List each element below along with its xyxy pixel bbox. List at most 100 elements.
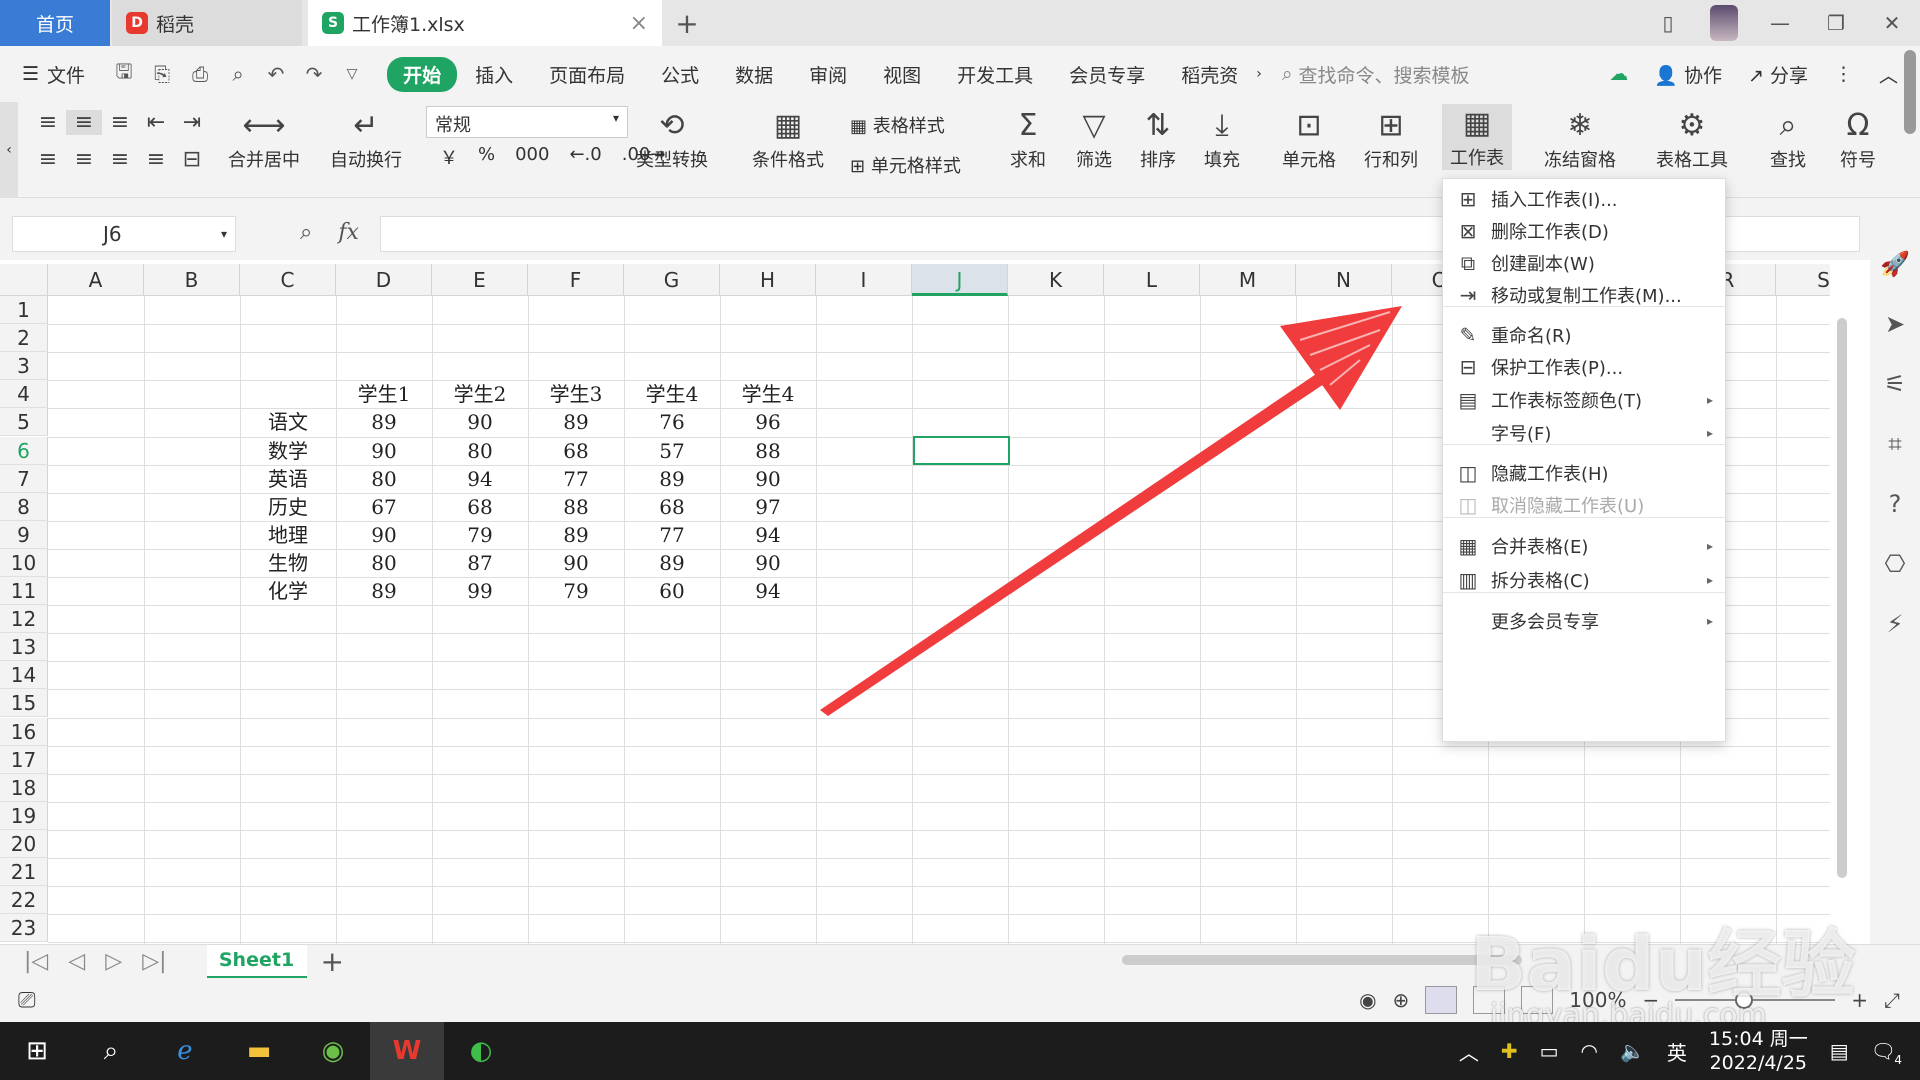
score-cell[interactable]: 90	[528, 549, 624, 577]
subject-cell[interactable]: 生物	[240, 549, 336, 577]
score-cell[interactable]: 80	[336, 465, 432, 493]
fx-icon[interactable]: fx	[338, 220, 359, 245]
subject-cell[interactable]: 数学	[240, 437, 336, 465]
subject-cell[interactable]: 历史	[240, 493, 336, 521]
menu-member[interactable]: 会员专享	[1051, 61, 1163, 88]
chart-helper-icon[interactable]: ⎔	[1885, 550, 1906, 578]
row-header-7[interactable]: 7	[0, 464, 48, 493]
add-tab-button[interactable]: +	[662, 0, 712, 46]
score-cell[interactable]: 79	[432, 521, 528, 549]
menu-home[interactable]: 开始	[387, 56, 458, 92]
add-sheet-button[interactable]: +	[321, 945, 344, 978]
table-tools-button[interactable]: ⚙ 表格工具	[1656, 106, 1728, 172]
score-cell[interactable]: 89	[336, 577, 432, 605]
ie-browser-icon[interactable]: ℯ	[148, 1022, 222, 1080]
collaborate-button[interactable]: 👤 协作	[1654, 61, 1722, 88]
score-cell[interactable]: 90	[720, 549, 816, 577]
type-convert-button[interactable]: ⟲ 类型转换	[636, 106, 708, 172]
row-header-5[interactable]: 5	[0, 408, 48, 437]
menu-item-move-sheet[interactable]: ⇥ 移动或复制工作表(M)...	[1443, 277, 1727, 313]
share-button[interactable]: ↗ 分享	[1748, 61, 1808, 88]
command-search[interactable]: ⌕ 查找命令、搜索模板	[1282, 61, 1470, 88]
file-menu[interactable]: ☰ 文件	[22, 61, 85, 88]
column-header-d[interactable]: D	[336, 264, 432, 296]
score-cell[interactable]: 57	[624, 437, 720, 465]
row-col-button[interactable]: ⊞ 行和列	[1364, 106, 1418, 172]
more-menu-chevron-icon[interactable]: ›	[1256, 66, 1262, 82]
more-options-icon[interactable]: ⋮	[1834, 63, 1853, 85]
row-header-17[interactable]: 17	[0, 745, 48, 774]
header-cell[interactable]: 学生4	[624, 380, 720, 408]
avatar[interactable]	[1696, 0, 1752, 46]
print-preview-icon[interactable]: ⌕	[219, 62, 257, 86]
row-header-3[interactable]: 3	[0, 352, 48, 381]
wechat-icon[interactable]: ◐	[444, 1022, 518, 1080]
symbol-button[interactable]: Ω 符号	[1840, 106, 1876, 172]
score-cell[interactable]: 68	[624, 493, 720, 521]
menu-item-split-table[interactable]: ▥ 拆分表格(C) ▸	[1443, 562, 1727, 598]
battery-icon[interactable]: ▭	[1540, 1039, 1559, 1063]
column-header-e[interactable]: E	[432, 264, 528, 296]
table-style-button[interactable]: ▦ 表格样式	[850, 112, 945, 138]
menu-item-item-7[interactable]: 字号(F) ▸	[1443, 415, 1727, 451]
justify-icon[interactable]: ≡	[138, 147, 174, 172]
rocket-icon[interactable]: 🚀	[1880, 250, 1910, 278]
export-icon[interactable]: ⎘	[143, 62, 181, 86]
redo-icon[interactable]: ↷	[295, 62, 333, 86]
align-center-icon[interactable]: ≡	[66, 147, 102, 172]
screen-mode-icon[interactable]: ⎚	[18, 988, 36, 1013]
menu-item-delete-sheet[interactable]: ⊠ 删除工作表(D)	[1443, 213, 1727, 249]
header-cell[interactable]: 学生4	[720, 380, 816, 408]
column-header-s[interactable]: S	[1776, 264, 1830, 296]
windows-start-icon[interactable]: ⊞	[0, 1022, 74, 1080]
tab-workbook[interactable]: S 工作簿1.xlsx ×	[308, 0, 662, 46]
row-header-4[interactable]: 4	[0, 380, 48, 409]
column-header-l[interactable]: L	[1104, 264, 1200, 296]
score-cell[interactable]: 76	[624, 408, 720, 436]
menu-item-merge-tables[interactable]: ▦ 合并表格(E) ▸	[1443, 528, 1727, 564]
ribbon-scrollbar[interactable]	[1904, 50, 1916, 134]
row-header-6[interactable]: 6	[0, 436, 48, 465]
column-header-c[interactable]: C	[240, 264, 336, 296]
sliders-icon[interactable]: ⚟	[1884, 370, 1906, 398]
name-box-chevron-icon[interactable]: ▾	[221, 227, 227, 241]
score-cell[interactable]: 89	[336, 408, 432, 436]
score-cell[interactable]: 60	[624, 577, 720, 605]
row-header-2[interactable]: 2	[0, 324, 48, 353]
save-icon[interactable]: 🖫	[105, 57, 143, 91]
minimize-icon[interactable]: —	[1752, 0, 1808, 46]
wifi-icon[interactable]: ◠	[1581, 1039, 1598, 1063]
row-header-21[interactable]: 21	[0, 858, 48, 886]
score-cell[interactable]: 94	[720, 577, 816, 605]
row-header-22[interactable]: 22	[0, 886, 48, 915]
name-box[interactable]: J6 ▾	[12, 216, 236, 252]
menu-item-tab-color[interactable]: ▤ 工作表标签颜色(T) ▸	[1443, 382, 1727, 418]
ime-indicator[interactable]: 英	[1667, 1037, 1687, 1066]
currency-button[interactable]: ￥	[440, 144, 458, 170]
score-cell[interactable]: 68	[528, 437, 624, 465]
print-icon[interactable]: ⎙	[181, 62, 219, 86]
eye-protection-icon[interactable]: ◉	[1359, 988, 1376, 1012]
prev-sheet-icon[interactable]: ◁	[68, 949, 85, 974]
help-icon[interactable]: ?	[1889, 490, 1902, 518]
last-sheet-icon[interactable]: ▷|	[142, 949, 166, 974]
menu-item-protect-sheet[interactable]: ⊟ 保护工作表(P)...	[1443, 349, 1727, 385]
menu-item-insert-sheet[interactable]: ⊞ 插入工作表(I)...	[1443, 181, 1727, 217]
sheet-tab-active[interactable]: Sheet1	[206, 944, 307, 979]
score-cell[interactable]: 80	[336, 549, 432, 577]
score-cell[interactable]: 97	[720, 493, 816, 521]
file-explorer-icon[interactable]: ▬	[222, 1022, 296, 1080]
menu-view[interactable]: 视图	[865, 61, 939, 88]
score-cell[interactable]: 88	[720, 437, 816, 465]
sum-button[interactable]: Σ 求和	[1010, 106, 1046, 172]
menu-review[interactable]: 审阅	[791, 61, 865, 88]
score-cell[interactable]: 67	[336, 493, 432, 521]
column-header-f[interactable]: F	[528, 264, 624, 296]
row-header-1[interactable]: 1	[0, 296, 48, 324]
row-header-15[interactable]: 15	[0, 689, 48, 718]
worksheet-button[interactable]: ▦ 工作表	[1442, 104, 1512, 170]
fill-button[interactable]: ⤓ 填充	[1204, 106, 1240, 172]
score-cell[interactable]: 90	[336, 437, 432, 465]
score-cell[interactable]: 99	[432, 577, 528, 605]
close-window-icon[interactable]: ✕	[1864, 0, 1920, 46]
